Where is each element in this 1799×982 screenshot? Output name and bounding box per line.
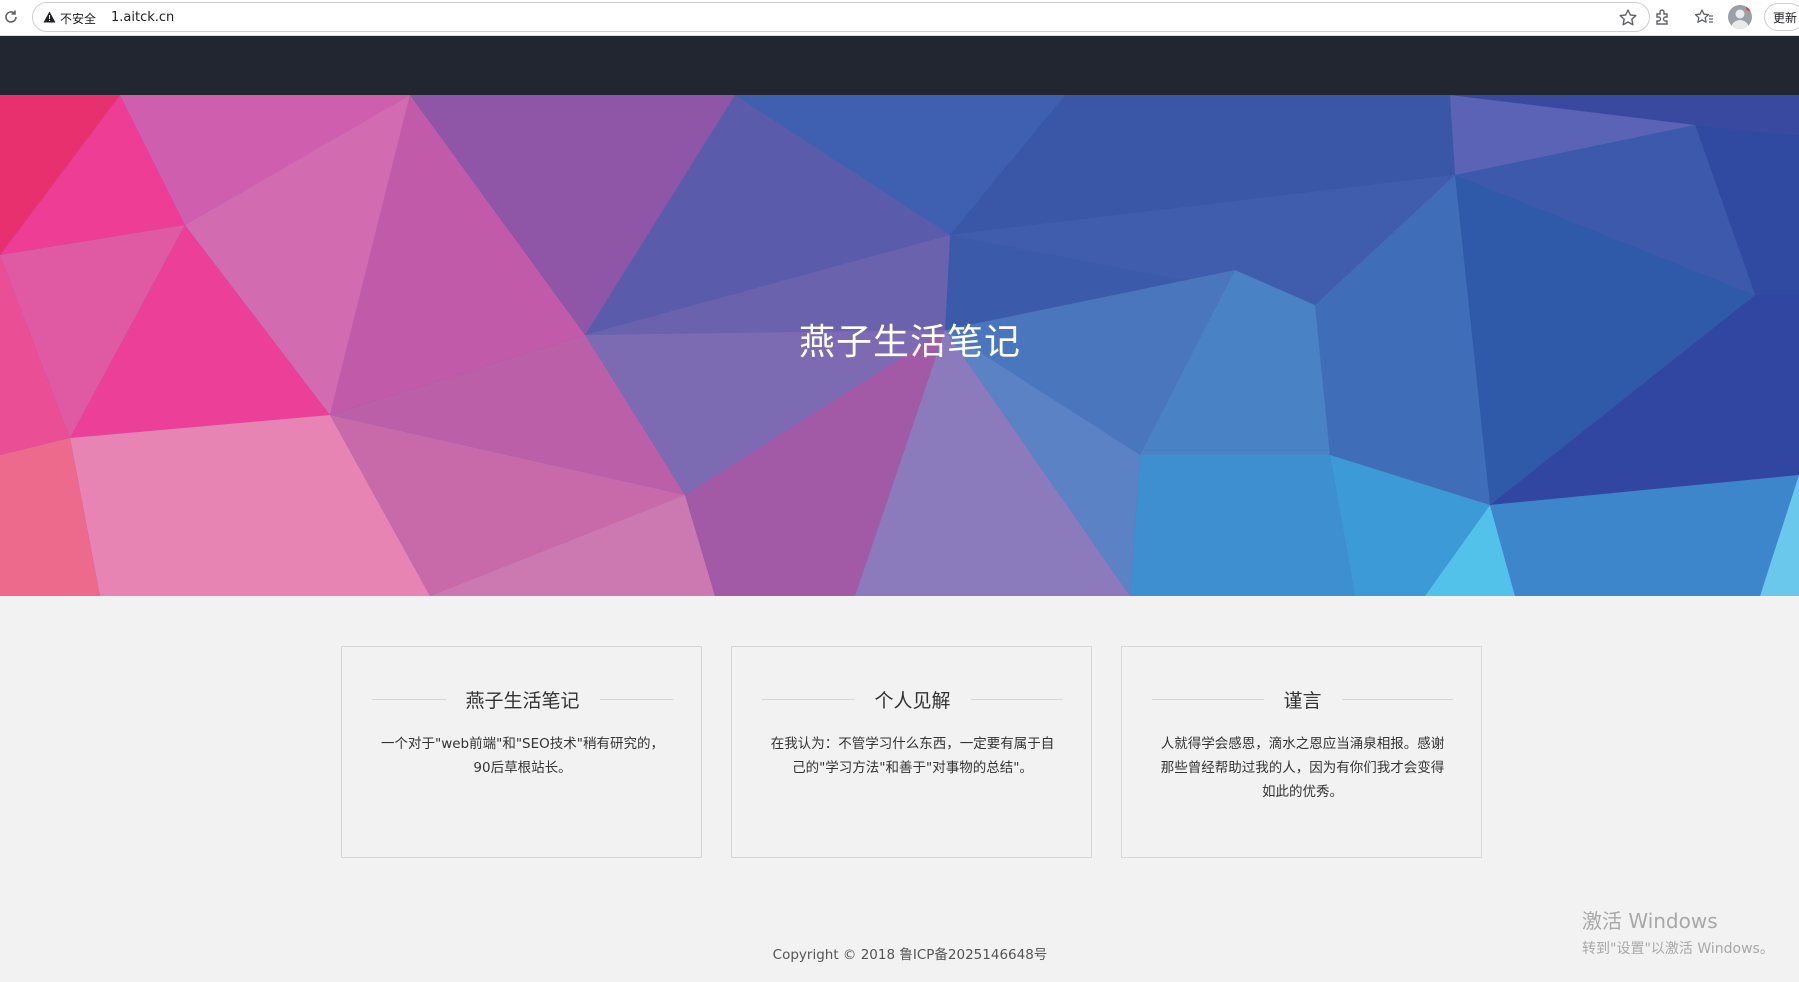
divider bbox=[1152, 698, 1264, 700]
update-button[interactable]: 更新 bbox=[1764, 3, 1799, 31]
browser-toolbar: 不安全 1.aitck.cn 更新 bbox=[0, 0, 1799, 36]
card-title: 个人见解 bbox=[874, 689, 951, 712]
card-text: 一个对于"web前端"和"SEO技术"稍有研究的，90后草根站长。 bbox=[381, 736, 664, 776]
bookmark-star-icon[interactable] bbox=[1617, 7, 1639, 29]
card-text: 在我认为：不管学习什么东西，一定要有属于自己的"学习方法"和善于"对事物的总结"… bbox=[770, 736, 1055, 776]
watermark-subtitle: 转到"设置"以激活 Windows。 bbox=[1582, 941, 1774, 957]
watermark-title: 激活 Windows bbox=[1582, 909, 1718, 933]
warning-icon bbox=[43, 11, 56, 26]
divider bbox=[372, 698, 446, 700]
footer-copyright[interactable]: Copyright © 2018 鲁ICP备2025146648号 bbox=[0, 943, 1799, 963]
extensions-icon[interactable] bbox=[1650, 5, 1674, 29]
url-text[interactable]: 1.aitck.cn bbox=[111, 10, 174, 25]
profile-avatar[interactable] bbox=[1728, 5, 1752, 29]
security-label: 不安全 bbox=[60, 11, 97, 26]
card-text: 人就得学会感恩，滴水之恩应当涌泉相报。感谢那些曾经帮助过我的人，因为有你们我才会… bbox=[1160, 736, 1445, 800]
card-header: 个人见解 bbox=[762, 687, 1064, 712]
notification-dot bbox=[1746, 5, 1752, 11]
card-header: 谨言 bbox=[1152, 687, 1454, 712]
reload-icon[interactable] bbox=[2, 8, 20, 26]
divider bbox=[970, 698, 1064, 700]
windows-activation-watermark: 激活 Windows 转到"设置"以激活 Windows。 bbox=[1582, 905, 1774, 958]
info-card-intro: 燕子生活笔记 一个对于"web前端"和"SEO技术"稍有研究的，90后草根站长。 bbox=[341, 646, 702, 858]
divider bbox=[762, 698, 855, 700]
card-title: 燕子生活笔记 bbox=[465, 689, 580, 712]
hero-title: 燕子生活笔记 bbox=[798, 322, 1021, 363]
card-header: 燕子生活笔记 bbox=[372, 687, 674, 712]
favorites-icon[interactable] bbox=[1692, 5, 1716, 29]
info-card-opinion: 个人见解 在我认为：不管学习什么东西，一定要有属于自己的"学习方法"和善于"对事… bbox=[731, 646, 1092, 858]
divider bbox=[599, 698, 674, 700]
hero-banner: 燕子生活笔记 bbox=[0, 95, 1799, 596]
security-indicator[interactable]: 不安全 bbox=[43, 9, 96, 27]
divider bbox=[1341, 698, 1454, 700]
site-navbar bbox=[0, 36, 1799, 95]
info-card-motto: 谨言 人就得学会感恩，滴水之恩应当涌泉相报。感谢那些曾经帮助过我的人，因为有你们… bbox=[1121, 646, 1482, 858]
address-bar[interactable]: 不安全 1.aitck.cn bbox=[32, 2, 1650, 32]
card-title: 谨言 bbox=[1283, 689, 1322, 712]
